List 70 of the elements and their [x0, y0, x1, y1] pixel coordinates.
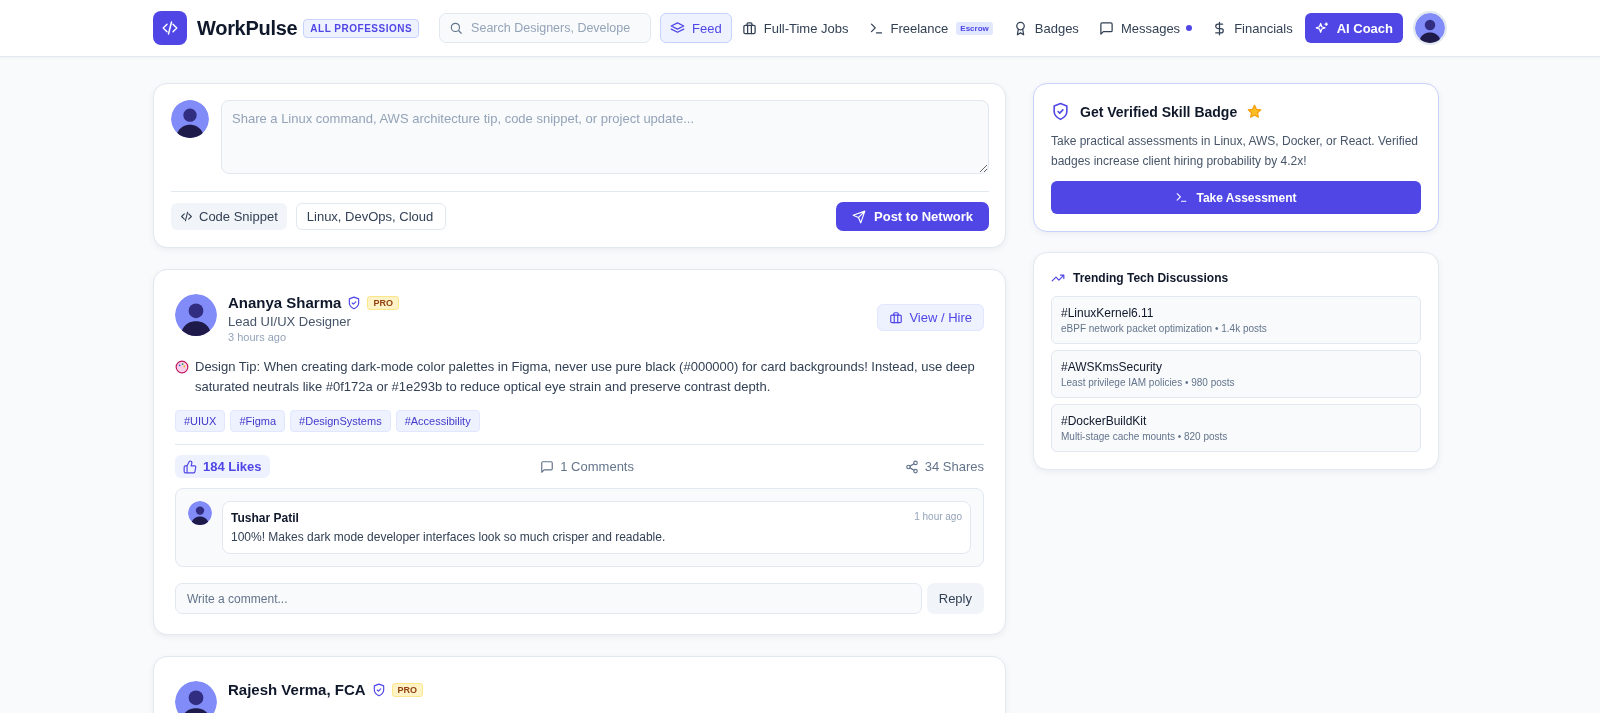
send-icon — [852, 209, 867, 224]
trending-item[interactable]: #DockerBuildKit Multi-stage cache mounts • 820 posts — [1051, 404, 1421, 452]
profile-avatar — [1415, 13, 1445, 43]
escrow-tag: Escrow — [956, 21, 993, 35]
profession-badge: ALL PROFESSIONS — [303, 18, 420, 38]
ai-coach-button[interactable]: AI Coach — [1304, 13, 1403, 43]
hashtag[interactable]: #UIUX — [175, 410, 226, 432]
reply-button[interactable]: Reply — [926, 583, 984, 614]
verified-shield-icon — [1051, 102, 1070, 121]
comment-field[interactable]: Write a comment... — [175, 583, 922, 614]
terminal-icon — [868, 20, 884, 36]
commenter-name: Tushar Patil — [231, 511, 299, 525]
logo-icon[interactable] — [153, 11, 187, 45]
trending-meta: eBPF network packet optimization • 1.4k posts — [1061, 323, 1268, 334]
trending-tag: #AWSKmsSecurity — [1061, 360, 1411, 374]
author-name[interactable]: Rajesh Verma, FCA — [228, 681, 366, 698]
comment-text: 100%! Makes dark mode developer interfaces look so much crisper and readable. — [231, 530, 667, 544]
trending-tag: #LinuxKernel6.11 — [1061, 306, 1411, 320]
trending-title: Trending Tech Discussions — [1073, 271, 1229, 285]
trending-meta: Multi-stage cache mounts • 820 posts — [1061, 431, 1229, 442]
brand-name: WorkPulse — [197, 16, 298, 40]
share-button[interactable]: 34 Shares — [904, 455, 984, 478]
like-button[interactable]: 184 Likes — [175, 455, 270, 478]
post-text: Design Tip: When creating dark-mode color palettes in Figma, never use pure black (#000000) for card backgrounds! Instead, use deep saturated neutrals like #0f172a or #1e293b to reduce optical eye strain and preserve contrast depth. — [195, 358, 976, 396]
nav-tab[interactable]: Messages — [1088, 13, 1191, 43]
thumbs-up-icon — [183, 459, 197, 474]
post-time: 3 hours ago — [228, 331, 288, 343]
comment-time: 1 hour ago — [914, 511, 962, 524]
palette-icon — [175, 360, 189, 374]
trending-item[interactable]: #AWSKmsSecurity Least privilege IAM policies • 980 posts — [1051, 350, 1421, 398]
post-button[interactable]: Post to Network — [836, 202, 989, 231]
hashtag[interactable]: #Accessibility — [395, 410, 480, 432]
pro-badge: PRO — [391, 682, 424, 697]
tags-field[interactable]: Linux, DevOps, Cloud — [295, 203, 446, 230]
layers-icon — [670, 20, 686, 36]
promo-text: Take practical assessments in Linux, AWS, Docker, or React. Verified badges increase client hiring probability by 4.2x! — [1051, 133, 1420, 170]
trending-meta: Least privilege IAM policies • 980 posts — [1061, 377, 1236, 388]
chat-icon — [540, 459, 555, 474]
author-avatar — [175, 294, 217, 336]
nav-tab[interactable]: Financials — [1202, 13, 1303, 43]
view-hire-button[interactable]: View / Hire — [877, 304, 984, 331]
code-icon — [180, 210, 193, 223]
chat-icon — [1098, 20, 1114, 36]
post-input[interactable]: Share a Linux command, AWS architecture tip, code snippet, or project update... — [221, 100, 989, 174]
commenter-avatar — [188, 501, 212, 525]
promo-title: Get Verified Skill Badge — [1080, 103, 1238, 120]
nav-tab[interactable]: Full-Time Jobs — [731, 13, 859, 43]
trending-item[interactable]: #LinuxKernel6.11 eBPF network packet optimization • 1.4k posts — [1051, 296, 1421, 344]
terminal-icon — [1175, 191, 1189, 204]
nav-tab[interactable]: Badges — [1002, 13, 1089, 43]
sparkles-icon — [1314, 20, 1330, 36]
hashtag[interactable]: #Figma — [230, 410, 286, 432]
nav-tab[interactable]: Feed — [660, 13, 732, 43]
search-icon — [449, 21, 464, 35]
hashtag[interactable]: #DesignSystems — [290, 410, 391, 432]
take-assessment-button[interactable]: Take Assessment — [1051, 181, 1421, 214]
trending-tag: #DockerBuildKit — [1061, 414, 1411, 428]
author-role: Lead UI/UX Designer — [228, 314, 352, 329]
pro-badge: PRO — [367, 295, 399, 310]
share-icon — [904, 459, 919, 474]
briefcase-icon — [889, 310, 904, 325]
comments-button[interactable]: 1 Comments — [540, 455, 634, 478]
nav-tab[interactable]: Freelance — [858, 13, 959, 43]
code-snippet-button[interactable]: Code Snippet — [171, 203, 287, 230]
user-avatar — [171, 100, 209, 138]
briefcase-icon — [741, 20, 757, 36]
author-avatar — [175, 681, 217, 713]
star-icon — [1247, 104, 1263, 119]
search-field[interactable]: Search Designers, Develope — [439, 13, 652, 43]
author-name[interactable]: Ananya Sharma — [228, 294, 342, 311]
